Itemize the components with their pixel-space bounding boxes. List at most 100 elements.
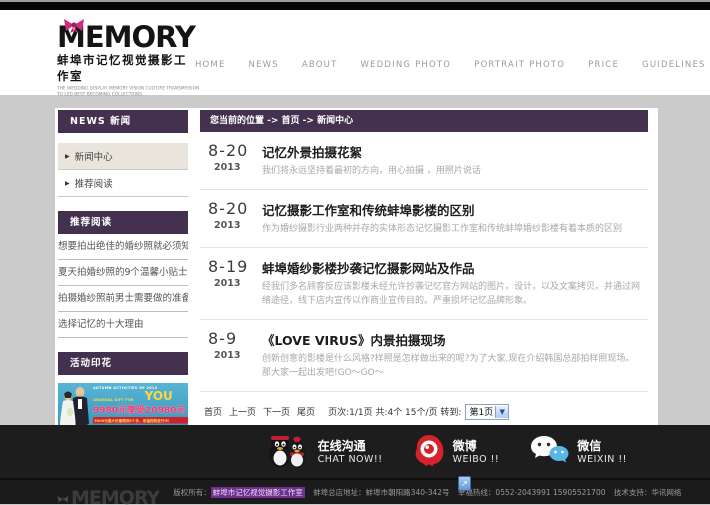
- news-description: 我们将永远坚持着最初的方向，用心拍摄 ，用照片说话: [262, 165, 648, 179]
- social-text: 在线沟通CHAT NOW!!: [318, 439, 383, 465]
- footer-logo: MEMORY: [57, 489, 159, 505]
- nav-news[interactable]: NEWS: [249, 60, 279, 70]
- qq-status-icon[interactable]: ↗: [458, 476, 471, 491]
- news-body: 《LOVE VIRUS》内景拍摄现场创新创意的影楼是什么风格?样照是怎样做出来的…: [262, 329, 648, 381]
- news-list: 8-20 2013 记忆外景拍摄花絮我们将永远坚持着最初的方向，用心拍摄 ，用照片说…: [200, 132, 648, 392]
- social-title: 微博: [453, 439, 500, 454]
- copyright-label: 版权所有：: [173, 488, 211, 497]
- news-body: 蚌埠婚纱影楼抄袭记忆摄影网站及作品经我们多名顾客反应该影楼未经允许抄袭记忆官方网…: [262, 257, 648, 309]
- news-title-link[interactable]: 记忆外景拍摄花絮: [262, 145, 362, 160]
- sidebar: NEWS 新闻 ▶ 新闻中心 ▶ 推荐阅读 推荐阅读 想要拍出绝佳的婚纱照就必须知夏天…: [58, 110, 188, 425]
- news-date: 8-20: [208, 141, 250, 160]
- social-weibo[interactable]: 微博WEIBO !!: [413, 434, 500, 470]
- news-title-link[interactable]: 《LOVE VIRUS》内景拍摄现场: [262, 333, 445, 348]
- social-subtitle: CHAT NOW!!: [318, 454, 383, 465]
- sidebar-recommend-header: 推荐阅读: [58, 211, 188, 234]
- site-header: MEMORY 蚌埠市记忆视觉摄影工作室 THE WEDDING DISPLAY …: [0, 10, 710, 95]
- studio-name-link[interactable]: 蚌埠市记忆视觉摄影工作室: [211, 487, 305, 498]
- social-text: 微信WEIXIN !!: [577, 439, 627, 465]
- page-select[interactable]: 第1页 ▼: [465, 404, 509, 420]
- footer-address: 蚌埠总店地址：蚌埠市朝阳路340-342号: [313, 488, 449, 497]
- pagination: 首页上一页下一页尾页 页次:1/1页 共:4个 15个/页 转到: 第1页 ▼: [200, 404, 648, 420]
- recommend-section: 推荐阅读 想要拍出绝佳的婚纱照就必须知夏天拍婚纱照的9个温馨小贴士拍摄婚纱照前男…: [58, 211, 188, 338]
- nav-portrait-photo[interactable]: PORTRAIT PHOTO: [474, 60, 565, 70]
- sidebar-item-label: 新闻中心: [75, 149, 113, 163]
- news-year: 2013: [214, 220, 250, 231]
- news-row: 8-9 2013 《LOVE VIRUS》内景拍摄现场创新创意的影楼是什么风格?样照…: [200, 320, 648, 392]
- wedding-couple-image: [59, 386, 93, 425]
- wechat-icon: [529, 434, 569, 470]
- main-column: 您当前的位置 -> 首页 -> 新闻中心 8-202013记忆外景拍摄花絮我们将…: [200, 110, 648, 425]
- sidebar-item-label: 推荐阅读: [75, 176, 113, 190]
- nav-guidelines[interactable]: GUIDELINES: [642, 60, 706, 70]
- news-date-column: 8-9 2013: [208, 329, 250, 381]
- banner-price: 9980元享受20980元: [93, 403, 187, 416]
- news-description: 创新创意的影楼是什么风格?样照是怎样做出来的呢?为了大家,现在介绍韩国总部拍样照…: [262, 353, 648, 381]
- news-date-column: 8-20 2013: [208, 199, 250, 237]
- news-year: 2013: [214, 278, 250, 289]
- news-year: 2013: [214, 162, 250, 173]
- news-row: 8-20 2013 记忆摄影工作室和传统蚌埠影楼的区别作为婚纱摄影行业两种并存的实体…: [200, 190, 648, 248]
- pagination-next-link[interactable]: 下一页: [263, 408, 290, 418]
- nav-about[interactable]: ABOUT: [302, 60, 338, 70]
- nav-wedding-photo[interactable]: WEDDING PHOTO: [360, 60, 451, 70]
- activity-section: 活动印花 AUTUMN ACTIVITIES OF 2013: [58, 352, 188, 425]
- logo-tagline: THE WEDDING DISPLAY MEMORY VISION CULTUR…: [57, 86, 206, 98]
- social-wechat[interactable]: 微信WEIXIN !!: [529, 434, 627, 470]
- news-row: 8-19 2013 蚌埠婚纱影楼抄袭记忆摄影网站及作品经我们多名顾客反应该影楼未经允…: [200, 248, 648, 320]
- qq-penguins-icon: [266, 432, 310, 472]
- nav-price[interactable]: PRICE: [588, 60, 619, 70]
- promo-banner[interactable]: AUTUMN ACTIVITIES OF 2013 UNUSUAL GIFT F…: [58, 383, 188, 425]
- news-title-link[interactable]: 蚌埠婚纱影楼抄袭记忆摄影网站及作品: [262, 261, 475, 276]
- social-text: 微博WEIBO !!: [453, 439, 500, 465]
- pagination-first-link[interactable]: 首页: [204, 408, 222, 418]
- social-qq[interactable]: 在线沟通CHAT NOW!!: [266, 432, 383, 472]
- sidebar-menu: ▶ 新闻中心 ▶ 推荐阅读: [58, 143, 188, 197]
- recommend-link[interactable]: 夏天拍婚纱照的9个温馨小贴士: [58, 260, 188, 286]
- news-date-column: 8-19 2013: [208, 257, 250, 309]
- pink-bow-icon: [63, 18, 85, 37]
- content-wrap: NEWS 新闻 ▶ 新闻中心 ▶ 推荐阅读 推荐阅读 想要拍出绝佳的婚纱照就必须知夏天…: [55, 108, 658, 425]
- site-footer: ↗ MEMORY 版权所有：蚌埠市记忆视觉摄影工作室 蚌埠总店地址：蚌埠市朝阳路…: [0, 478, 710, 504]
- footer-bow-icon: [57, 489, 69, 505]
- top-black-bar: [0, 2, 710, 10]
- logo-subtitle: 蚌埠市记忆视觉摄影工作室: [57, 52, 195, 84]
- arrow-bullet-icon: ▶: [65, 153, 70, 160]
- nav-home[interactable]: HOME: [195, 60, 226, 70]
- pagination-info: 页次:1/1页 共:4个 15个/页 转到:: [328, 405, 461, 418]
- social-title: 微信: [577, 439, 627, 454]
- news-date: 8-9: [208, 329, 250, 348]
- chevron-down-icon: ▼: [495, 406, 508, 418]
- recommend-link[interactable]: 拍摄婚纱照前男士需要做的准备: [58, 286, 188, 312]
- footer-hotline: 幸福热线：0552-2043991 15905521700: [458, 488, 606, 497]
- banner-texts: AUTUMN ACTIVITIES OF 2013 UNUSUAL GIFT F…: [93, 386, 187, 425]
- news-date: 8-19: [208, 257, 250, 276]
- banner-line1: AUTUMN ACTIVITIES OF 2013: [93, 386, 188, 390]
- footer-copyright: 版权所有：蚌埠市记忆视觉摄影工作室 蚌埠总店地址：蚌埠市朝阳路340-342号 …: [173, 487, 687, 498]
- news-date: 8-20: [208, 199, 250, 218]
- arrow-bullet-icon: ▶: [65, 180, 70, 187]
- weibo-icon: [413, 434, 445, 470]
- news-description: 经我们多名顾客反应该影楼未经允许抄袭记忆官方网站的图片，设计，以及文案拷贝。并通…: [262, 281, 648, 309]
- social-title: 在线沟通: [318, 439, 383, 454]
- news-title-link[interactable]: 记忆摄影工作室和传统蚌埠影楼的区别: [262, 203, 475, 218]
- sidebar-item-news-center[interactable]: ▶ 新闻中心: [58, 143, 188, 170]
- pagination-prev-link[interactable]: 上一页: [229, 408, 256, 418]
- banner-line2: UNUSUAL GIFT FOR YOU: [93, 391, 187, 402]
- sidebar-item-recommend-read[interactable]: ▶ 推荐阅读: [58, 170, 188, 197]
- main-nav: HOME NEWS ABOUT WEDDING PHOTO PORTRAIT PHOTO…: [195, 60, 706, 70]
- social-subtitle: WEIBO !!: [453, 454, 500, 465]
- banner-offer-bar: 5000元最大优惠期间5个多，幸福抢购进行中！: [93, 417, 188, 424]
- sidebar-news-header: NEWS 新闻: [58, 110, 188, 133]
- footer-support: 技术支持：华讯网络: [614, 488, 682, 497]
- site-logo[interactable]: MEMORY 蚌埠市记忆视觉摄影工作室 THE WEDDING DISPLAY …: [57, 16, 195, 102]
- social-bar: 在线沟通CHAT NOW!! 微博WEIBO !! 微信WEIXIN !!: [0, 425, 710, 478]
- news-row: 8-20 2013 记忆外景拍摄花絮我们将永远坚持着最初的方向，用心拍摄 ，用照片说…: [200, 132, 648, 190]
- news-body: 记忆外景拍摄花絮我们将永远坚持着最初的方向，用心拍摄 ，用照片说话: [262, 141, 648, 179]
- recommend-link[interactable]: 选择记忆的十大理由: [58, 312, 188, 338]
- sidebar-activity-header: 活动印花: [58, 352, 188, 375]
- recommend-link[interactable]: 想要拍出绝佳的婚纱照就必须知: [58, 234, 188, 260]
- pagination-last-link[interactable]: 尾页: [297, 408, 315, 418]
- news-year: 2013: [214, 350, 250, 361]
- news-body: 记忆摄影工作室和传统蚌埠影楼的区别作为婚纱摄影行业两种并存的实体形态记忆摄影工作…: [262, 199, 648, 237]
